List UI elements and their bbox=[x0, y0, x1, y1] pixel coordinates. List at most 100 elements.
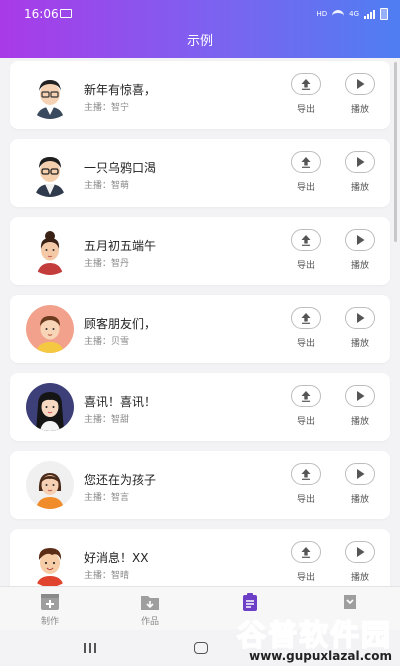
export-button[interactable]: 导出 bbox=[286, 463, 326, 509]
export-button[interactable]: 导出 bbox=[286, 229, 326, 275]
avatar-man-glasses bbox=[26, 71, 74, 119]
item-title: 一只乌鸦口渴 bbox=[84, 161, 157, 175]
list-item[interactable]: 喜讯！喜讯！ 主播：智甜 导出 播放 bbox=[10, 373, 390, 441]
play-button[interactable]: 播放 bbox=[340, 151, 380, 197]
item-title: 您还在为孩子 bbox=[84, 473, 157, 487]
play-label: 播放 bbox=[350, 339, 369, 349]
play-icon bbox=[345, 541, 375, 563]
avatar bbox=[26, 149, 74, 197]
item-title: 好消息！XX bbox=[84, 551, 149, 565]
play-icon bbox=[345, 73, 375, 95]
play-label: 播放 bbox=[350, 495, 369, 505]
recent-apps-icon[interactable] bbox=[84, 643, 98, 653]
upload-icon bbox=[291, 151, 321, 173]
app-header: 16:06 HD 4G 示例 bbox=[0, 0, 400, 58]
upload-icon bbox=[291, 463, 321, 485]
export-label: 导出 bbox=[296, 573, 315, 583]
item-anchor: 主播：贝雪 bbox=[84, 337, 130, 347]
list-item[interactable]: 五月初五端午 主播：智丹 导出 播放 bbox=[10, 217, 390, 285]
list-item[interactable]: 一只乌鸦口渴 主播：智萌 导出 播放 bbox=[10, 139, 390, 207]
item-anchor: 主播：智萌 bbox=[84, 181, 130, 191]
add-box-icon bbox=[41, 594, 59, 610]
avatar-woman-orange bbox=[26, 461, 74, 509]
scrollbar[interactable] bbox=[394, 62, 397, 242]
play-icon bbox=[345, 229, 375, 251]
watermark-text: 谷普软件园 bbox=[236, 617, 392, 653]
avatar-boy-red bbox=[26, 539, 74, 586]
profile-icon bbox=[344, 595, 356, 609]
play-icon bbox=[345, 307, 375, 329]
play-label: 播放 bbox=[350, 105, 369, 115]
avatar bbox=[26, 539, 74, 586]
script-list[interactable]: 新年有惊喜， 主播：智宁 导出 播放 一只乌鸦口渴 主播：智萌 导出 播放 五月… bbox=[0, 58, 400, 586]
avatar-woman-long-hair bbox=[26, 383, 74, 431]
play-button[interactable]: 播放 bbox=[340, 307, 380, 353]
status-time: 16:06 bbox=[24, 7, 59, 21]
export-label: 导出 bbox=[296, 261, 315, 271]
item-anchor: 主播：智言 bbox=[84, 493, 130, 503]
status-indicators: HD 4G bbox=[316, 8, 388, 20]
play-label: 播放 bbox=[350, 573, 369, 583]
avatar-man-glasses-vest bbox=[26, 149, 74, 197]
upload-icon bbox=[291, 307, 321, 329]
item-title: 新年有惊喜， bbox=[84, 83, 157, 97]
export-button[interactable]: 导出 bbox=[286, 307, 326, 353]
avatar-woman-bun bbox=[26, 227, 74, 275]
status-bar: 16:06 HD 4G bbox=[0, 0, 400, 24]
battery-icon bbox=[380, 8, 388, 20]
watermark: 谷普软件园 www.gupuxlazal.com bbox=[202, 612, 392, 664]
export-button[interactable]: 导出 bbox=[286, 151, 326, 197]
avatar bbox=[26, 227, 74, 275]
export-label: 导出 bbox=[296, 183, 315, 193]
tab-label: 制作 bbox=[40, 617, 59, 627]
play-icon bbox=[345, 151, 375, 173]
wifi-icon bbox=[332, 9, 345, 19]
play-button[interactable]: 播放 bbox=[340, 229, 380, 275]
list-item[interactable]: 您还在为孩子 主播：智言 导出 播放 bbox=[10, 451, 390, 519]
play-button[interactable]: 播放 bbox=[340, 463, 380, 509]
upload-icon bbox=[291, 73, 321, 95]
tab-works[interactable]: 作品 bbox=[120, 593, 180, 627]
tab-profile[interactable] bbox=[320, 593, 380, 614]
item-anchor: 主播：智甜 bbox=[84, 415, 130, 425]
avatar bbox=[26, 383, 74, 431]
upload-icon bbox=[291, 541, 321, 563]
item-anchor: 主播：智丹 bbox=[84, 259, 130, 269]
play-button[interactable]: 播放 bbox=[340, 385, 380, 431]
upload-icon bbox=[291, 385, 321, 407]
avatar bbox=[26, 461, 74, 509]
page-title: 示例 bbox=[186, 34, 213, 49]
item-anchor: 主播：智宁 bbox=[84, 103, 130, 113]
list-item[interactable]: 顾客朋友们， 主播：贝雪 导出 播放 bbox=[10, 295, 390, 363]
export-label: 导出 bbox=[296, 417, 315, 427]
export-button[interactable]: 导出 bbox=[286, 541, 326, 586]
avatar bbox=[26, 305, 74, 353]
clipboard-icon bbox=[243, 593, 257, 611]
play-button[interactable]: 播放 bbox=[340, 541, 380, 586]
folder-icon bbox=[141, 596, 159, 610]
export-button[interactable]: 导出 bbox=[286, 385, 326, 431]
play-label: 播放 bbox=[350, 183, 369, 193]
tab-create[interactable]: 制作 bbox=[20, 593, 80, 627]
list-item[interactable]: 好消息！XX 主播：智晴 导出 播放 bbox=[10, 529, 390, 586]
play-icon bbox=[345, 385, 375, 407]
tab-templates[interactable] bbox=[220, 593, 280, 614]
play-button[interactable]: 播放 bbox=[340, 73, 380, 119]
signal-gen-label: 4G bbox=[349, 10, 359, 18]
export-label: 导出 bbox=[296, 339, 315, 349]
play-label: 播放 bbox=[350, 261, 369, 271]
item-anchor: 主播：智晴 bbox=[84, 571, 130, 581]
item-title: 顾客朋友们， bbox=[84, 317, 157, 331]
upload-icon bbox=[291, 229, 321, 251]
play-label: 播放 bbox=[350, 417, 369, 427]
list-item[interactable]: 新年有惊喜， 主播：智宁 导出 播放 bbox=[10, 61, 390, 129]
image-notification-icon bbox=[60, 9, 72, 18]
item-title: 五月初五端午 bbox=[84, 239, 157, 253]
item-title: 喜讯！喜讯！ bbox=[84, 395, 157, 409]
avatar-boy-yellow bbox=[26, 305, 74, 353]
watermark-url: www.gupuxlazal.com bbox=[249, 649, 392, 663]
play-icon bbox=[345, 463, 375, 485]
export-label: 导出 bbox=[296, 495, 315, 505]
signal-icon bbox=[364, 9, 375, 19]
export-button[interactable]: 导出 bbox=[286, 73, 326, 119]
